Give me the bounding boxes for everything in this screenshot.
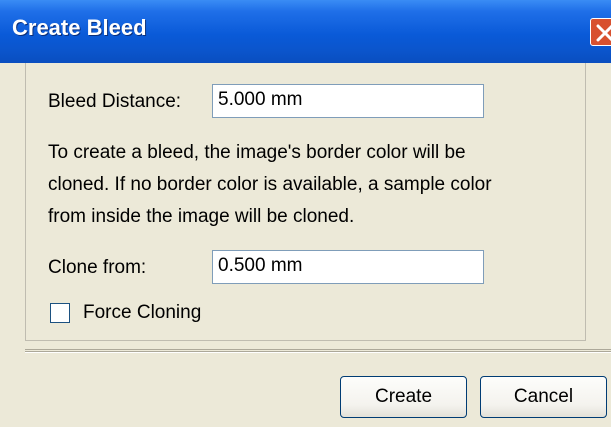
- close-icon: [596, 24, 611, 42]
- description-line-2: cloned. If no border color is available,…: [48, 174, 492, 195]
- dialog-title: Create Bleed: [12, 15, 147, 40]
- description-text: To create a bleed, the image's border co…: [48, 137, 568, 233]
- description-line-3: from inside the image will be cloned.: [48, 206, 355, 227]
- force-cloning-label[interactable]: Force Cloning: [83, 302, 201, 324]
- bleed-distance-label: Bleed Distance:: [48, 91, 182, 112]
- description-line-1: To create a bleed, the image's border co…: [48, 142, 466, 163]
- separator-highlight: [25, 351, 611, 353]
- close-button[interactable]: [590, 18, 611, 46]
- force-cloning-checkbox[interactable]: [50, 303, 70, 323]
- clone-from-label: Clone from:: [48, 257, 147, 278]
- clone-from-input[interactable]: 0.500 mm: [212, 250, 484, 284]
- create-bleed-dialog: Create Bleed Bleed Distance: 5.000 mm To…: [0, 0, 611, 427]
- separator: [25, 349, 611, 350]
- create-button[interactable]: Create: [340, 376, 467, 418]
- title-bar[interactable]: Create Bleed: [0, 0, 611, 63]
- bleed-distance-input[interactable]: 5.000 mm: [212, 84, 484, 118]
- cancel-button[interactable]: Cancel: [480, 376, 607, 418]
